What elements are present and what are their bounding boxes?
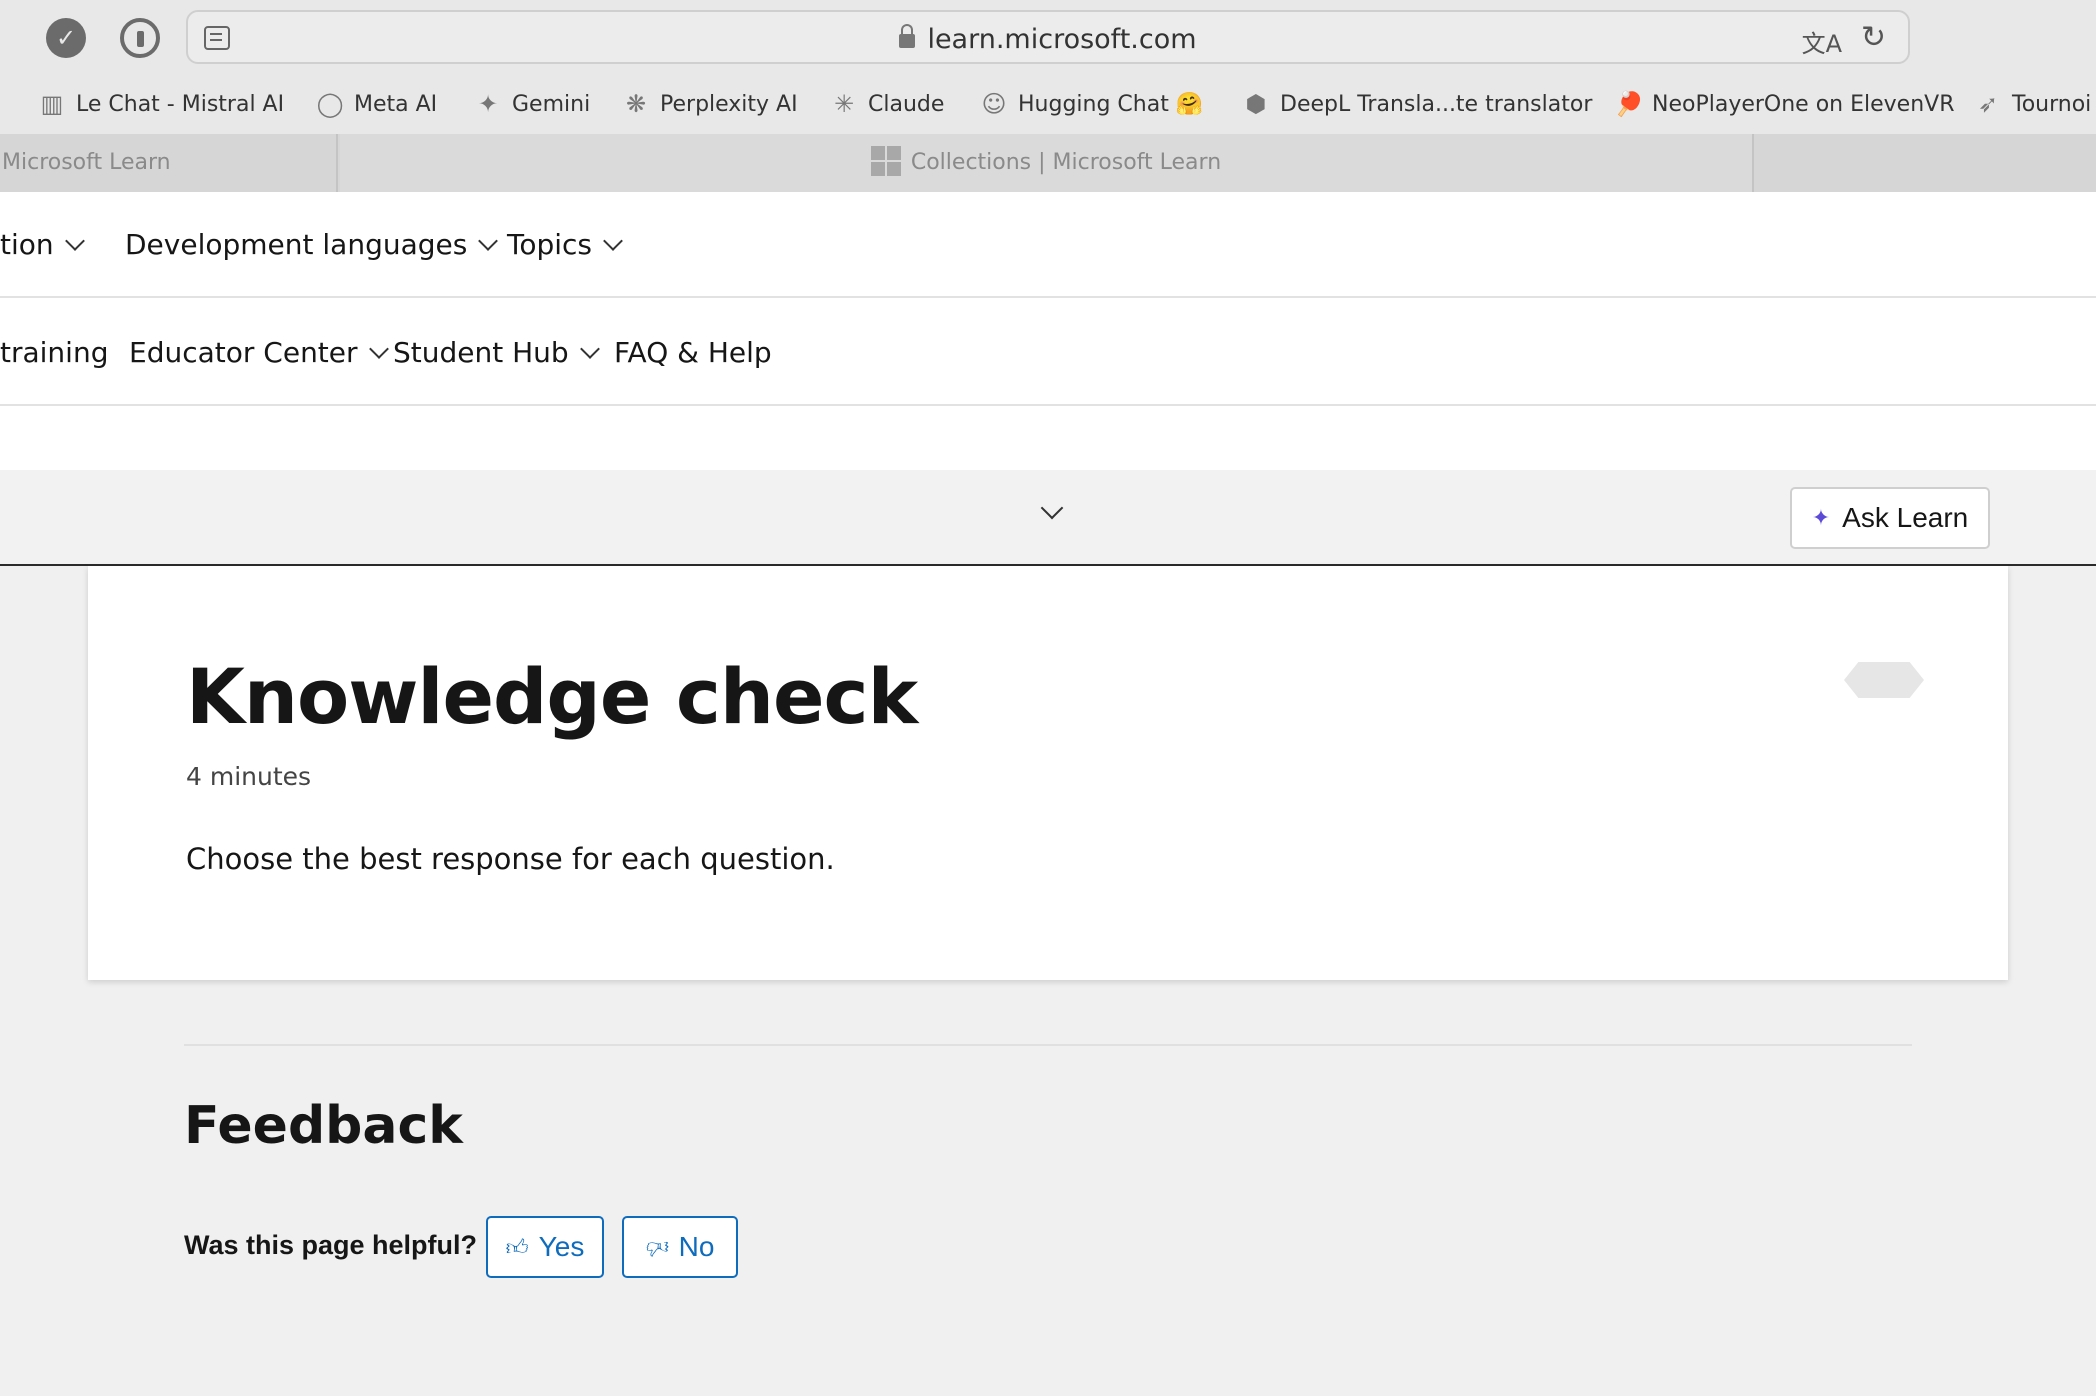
- bookmark-label: Hugging Chat 🤗: [1018, 91, 1204, 117]
- deepl-icon: ⬢: [1245, 90, 1267, 118]
- chevron-down-icon: [478, 230, 499, 251]
- nav-item-student-hub[interactable]: Student Hub: [393, 336, 600, 369]
- tournament-icon: ➶: [1977, 90, 1999, 118]
- url-display[interactable]: learn.microsoft.com: [188, 24, 1908, 55]
- thumbs-up-icon: 👍︎: [505, 1234, 529, 1260]
- ask-learn-label: Ask Learn: [1842, 502, 1969, 533]
- yes-label: Yes: [538, 1231, 585, 1262]
- sparkle-icon: ✦: [1811, 505, 1831, 530]
- bookmark-mistral[interactable]: ▥ Le Chat - Mistral AI: [38, 90, 284, 118]
- bookmarks-bar: ▥ Le Chat - Mistral AI ◯ Meta AI ✦ Gemini ❋…: [0, 78, 2096, 134]
- bookmark-hugging-chat[interactable]: ☺ Hugging Chat 🤗: [980, 90, 1203, 118]
- chevron-down-icon: [64, 230, 85, 251]
- blank-bar: [0, 406, 2096, 470]
- bookmark-label: Le Chat - Mistral AI: [76, 91, 285, 117]
- mistral-icon: ▥: [40, 90, 64, 118]
- secondary-nav: training Educator Center Student Hub FAQ…: [0, 298, 2096, 406]
- bookmark-label: Tournoi: [2012, 91, 2092, 117]
- feedback-question: Was this page helpful?: [184, 1230, 478, 1260]
- bookmark-label: Meta AI: [354, 91, 438, 117]
- password-manager-icon[interactable]: [120, 18, 160, 58]
- bookmark-elevenvr[interactable]: 🏓 NeoPlayerOne on ElevenVR: [1614, 90, 1954, 118]
- address-bar[interactable]: learn.microsoft.com 文A ↻: [186, 10, 1910, 64]
- nav-item-development-languages[interactable]: Development languages: [125, 228, 499, 261]
- feedback-no-button[interactable]: 👍︎ No: [622, 1216, 738, 1278]
- primary-nav: tion Development languages Topics: [0, 192, 2096, 298]
- nav-item-training[interactable]: training: [0, 336, 108, 369]
- translate-icon[interactable]: 文A: [1802, 24, 1842, 59]
- tab-label: Collections | Microsoft Learn: [910, 150, 1222, 175]
- lock-icon: [899, 24, 916, 48]
- bookmark-label: Claude: [868, 91, 945, 117]
- tab-microsoft-learn[interactable]: Microsoft Learn: [0, 134, 338, 192]
- bookmark-deepl[interactable]: ⬢ DeepL Transla...te translator: [1242, 90, 1593, 118]
- thumbs-down-icon: 👍︎: [645, 1234, 669, 1260]
- chevron-down-icon[interactable]: [1040, 496, 1064, 520]
- instruction-text: Choose the best response for each questi…: [186, 842, 835, 876]
- nav-item-topics[interactable]: Topics: [507, 228, 623, 261]
- chevron-down-icon: [579, 338, 600, 359]
- claude-icon: ✳: [833, 90, 855, 118]
- badge-placeholder-icon: [1844, 662, 1924, 698]
- nav-label: training: [0, 336, 109, 369]
- bookmark-tournoi[interactable]: ➶ Tournoi: [1974, 90, 2091, 118]
- bookmark-label: Perplexity AI: [660, 91, 798, 117]
- duration-text: 4 minutes: [186, 762, 312, 791]
- nav-item-faq-help[interactable]: FAQ & Help: [614, 336, 772, 369]
- tab-strip: Microsoft Learn Collections | Microsoft …: [0, 134, 2096, 192]
- nav-label: tion: [0, 228, 54, 261]
- browser-toolbar: ✓ learn.microsoft.com 文A ↻: [0, 0, 2096, 78]
- nav-label: Student Hub: [393, 336, 569, 369]
- gemini-icon: ✦: [477, 90, 499, 118]
- bookmark-label: NeoPlayerOne on ElevenVR: [1652, 91, 1955, 117]
- nav-label: FAQ & Help: [614, 336, 772, 369]
- url-text: learn.microsoft.com: [927, 24, 1197, 55]
- nav-label: Topics: [507, 228, 593, 261]
- bookmark-perplexity[interactable]: ❋ Perplexity AI: [622, 90, 798, 118]
- bookmark-gemini[interactable]: ✦ Gemini: [474, 90, 590, 118]
- check-extension-icon[interactable]: ✓: [46, 18, 86, 58]
- perplexity-icon: ❋: [625, 90, 647, 118]
- nav-label: Development languages: [125, 228, 468, 261]
- ask-learn-button[interactable]: ✦ Ask Learn: [1790, 487, 1990, 549]
- no-label: No: [678, 1231, 715, 1262]
- bookmark-meta-ai[interactable]: ◯ Meta AI: [316, 90, 438, 118]
- content-card: Knowledge check 4 minutes Choose the bes…: [88, 566, 2008, 980]
- tab-label: Microsoft Learn: [2, 150, 171, 175]
- meta-ai-icon: ◯: [316, 90, 344, 118]
- feedback-yes-button[interactable]: 👍︎ Yes: [486, 1216, 604, 1278]
- bookmark-label: Gemini: [512, 91, 591, 117]
- nav-label: Educator Center: [129, 336, 358, 369]
- microsoft-logo-icon: [870, 146, 901, 176]
- divider: [184, 1044, 1912, 1046]
- chevron-down-icon: [603, 230, 623, 251]
- bookmark-label: DeepL Transla...te translator: [1280, 91, 1593, 117]
- tab-collections[interactable]: Collections | Microsoft Learn: [340, 134, 1754, 192]
- nav-item-educator-center[interactable]: Educator Center: [129, 336, 389, 369]
- page-title: Knowledge check: [186, 652, 918, 741]
- bookmark-claude[interactable]: ✳ Claude: [830, 90, 944, 118]
- ping-pong-icon: 🏓: [1614, 90, 1644, 118]
- feedback-heading: Feedback: [184, 1096, 463, 1156]
- hugging-face-icon: ☺: [981, 90, 1007, 118]
- nav-item-partial[interactable]: tion: [0, 228, 85, 261]
- reload-icon[interactable]: ↻: [1861, 20, 1886, 55]
- breadcrumb-bar: ✦ Ask Learn: [0, 470, 2096, 566]
- chevron-down-icon: [368, 338, 389, 359]
